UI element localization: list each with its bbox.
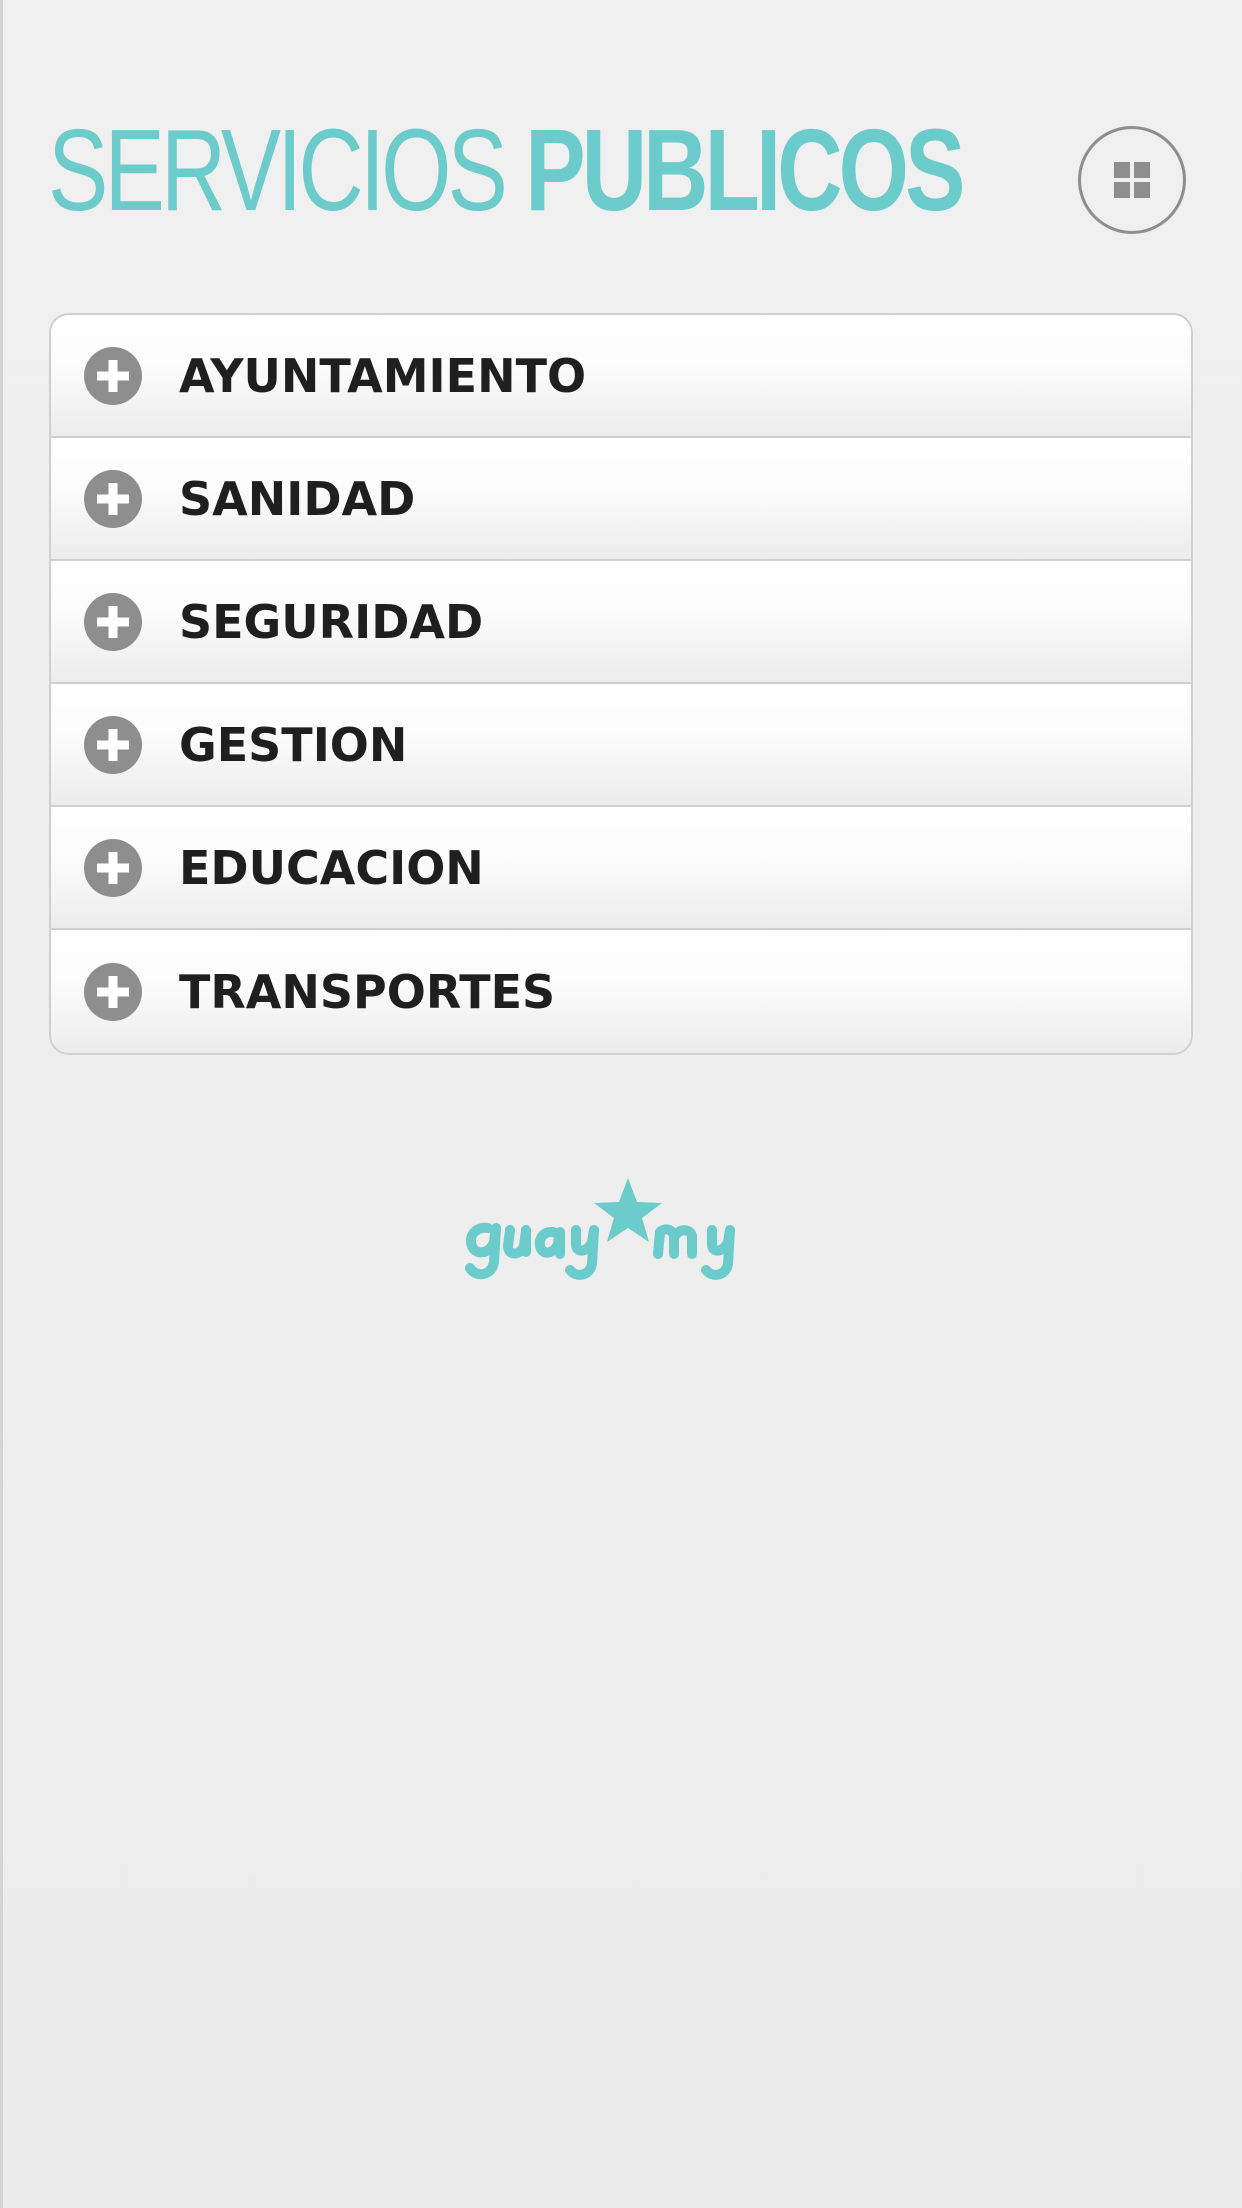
accordion-item-ayuntamiento[interactable]: AYUNTAMIENTO	[51, 315, 1191, 438]
page-title: SERVICIOS PUBLICOS	[48, 112, 965, 228]
screen-edge	[0, 0, 3, 2208]
page-title-bold: PUBLICOS	[525, 105, 965, 235]
plus-circle-icon	[84, 715, 142, 774]
accordion-item-label: EDUCACION	[179, 840, 484, 895]
app-screen: SERVICIOS PUBLICOS AYUNTAMIENTO SANIDAD	[0, 0, 1242, 2208]
accordion-item-transportes[interactable]: TRANSPORTES	[51, 930, 1191, 1053]
plus-circle-icon	[84, 962, 142, 1021]
accordion-item-label: SANIDAD	[179, 471, 416, 526]
accordion-item-educacion[interactable]: EDUCACION	[51, 807, 1191, 930]
accordion-item-seguridad[interactable]: SEGURIDAD	[51, 561, 1191, 684]
guaymy-logo[interactable]: guaymy	[458, 1170, 788, 1290]
services-accordion: AYUNTAMIENTO SANIDAD SEGURIDAD GESTION E…	[49, 313, 1193, 1055]
plus-circle-icon	[84, 346, 142, 405]
grid-icon	[1114, 162, 1150, 198]
accordion-item-label: GESTION	[179, 717, 408, 772]
accordion-item-gestion[interactable]: GESTION	[51, 684, 1191, 807]
accordion-item-sanidad[interactable]: SANIDAD	[51, 438, 1191, 561]
star-icon	[594, 1178, 662, 1242]
grid-menu-button[interactable]	[1078, 126, 1186, 234]
accordion-item-label: TRANSPORTES	[179, 964, 556, 1019]
page-header: SERVICIOS PUBLICOS	[48, 100, 1219, 240]
plus-circle-icon	[84, 469, 142, 528]
plus-circle-icon	[84, 592, 142, 651]
accordion-item-label: AYUNTAMIENTO	[179, 348, 587, 403]
accordion-item-label: SEGURIDAD	[179, 594, 484, 649]
plus-circle-icon	[84, 838, 142, 897]
page-title-light: SERVICIOS	[48, 105, 508, 235]
